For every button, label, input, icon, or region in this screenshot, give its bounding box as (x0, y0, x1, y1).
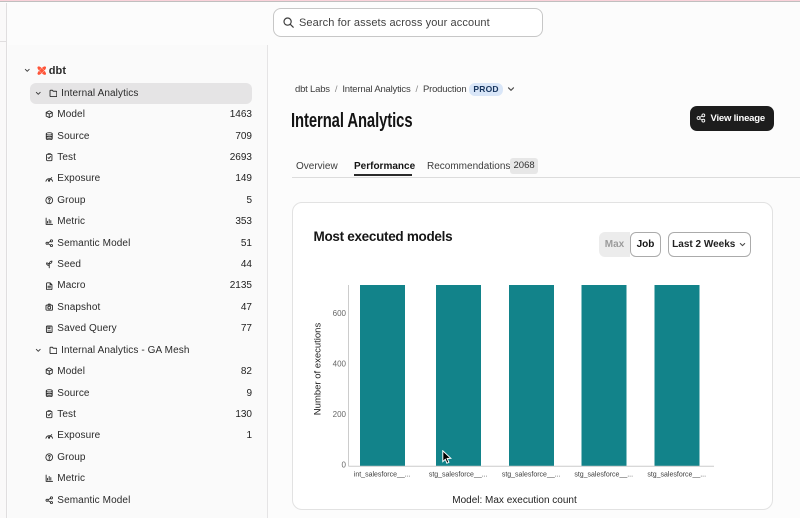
svg-text:600: 600 (333, 309, 347, 318)
svg-text:Number of executions: Number of executions (313, 323, 324, 416)
svg-text:200: 200 (333, 410, 347, 419)
svg-text:stg_salesforce__...: stg_salesforce__... (574, 472, 633, 479)
svg-text:stg_salesforce__...: stg_salesforce__... (502, 472, 561, 479)
svg-text:stg_salesforce__...: stg_salesforce__... (429, 472, 488, 479)
svg-text:stg_salesforce__...: stg_salesforce__... (647, 472, 706, 479)
svg-text:int_salesforce__...: int_salesforce__... (354, 472, 411, 479)
svg-text:Model: Max execution count: Model: Max execution count (452, 495, 577, 506)
svg-text:0: 0 (342, 460, 347, 469)
svg-text:400: 400 (333, 360, 347, 369)
